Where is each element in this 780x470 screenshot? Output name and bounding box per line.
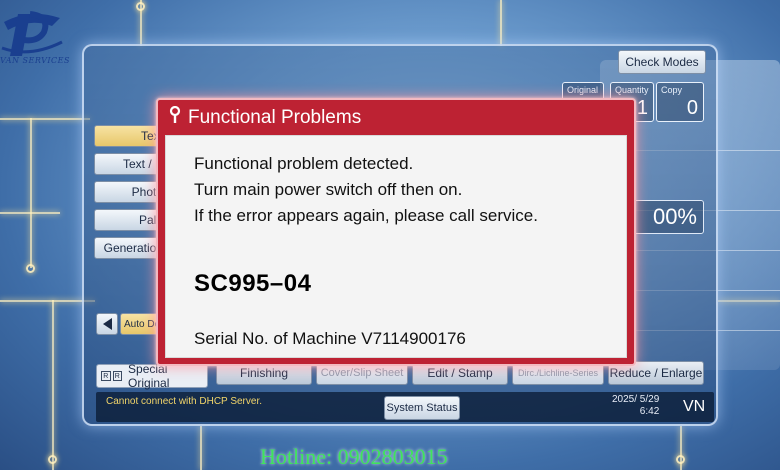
circuit-trace bbox=[52, 300, 54, 470]
original-right-icon: R bbox=[112, 371, 123, 381]
special-original-button[interactable]: R R Special Original bbox=[96, 362, 208, 390]
circuit-trace bbox=[0, 118, 90, 120]
error-message-line: Functional problem detected. bbox=[194, 154, 414, 173]
status-date: 2025/ 5/29 bbox=[612, 394, 660, 405]
counter-label: Quantity bbox=[615, 85, 649, 95]
dialog-title: Functional Problems bbox=[168, 105, 362, 130]
hotline-text: Hotline: 0902803015 bbox=[260, 444, 448, 469]
arrow-left-icon bbox=[102, 318, 112, 330]
counter-value: 0 bbox=[686, 97, 698, 119]
circuit-node bbox=[48, 455, 57, 464]
special-original-label: Special Original bbox=[128, 362, 170, 390]
counter-label: Original bbox=[567, 85, 599, 95]
wrench-icon bbox=[168, 105, 182, 130]
logo-text: VAN SERVICES bbox=[0, 56, 70, 65]
machine-serial: Serial No. of Machine V7114900176 bbox=[194, 329, 466, 348]
ratio-display: 00% bbox=[630, 200, 704, 234]
dialog-title-text: Functional Problems bbox=[188, 107, 362, 128]
system-status-button[interactable]: System Status bbox=[384, 396, 460, 420]
circuit-trace bbox=[200, 426, 202, 470]
date-time: 2025/ 5/29 6:42 bbox=[612, 394, 659, 418]
functional-problems-dialog: Functional Problems Functional problem d… bbox=[156, 98, 636, 366]
circuit-trace bbox=[30, 118, 32, 268]
circuit-trace bbox=[500, 0, 502, 46]
circuit-trace bbox=[0, 212, 60, 214]
status-time: 6:42 bbox=[639, 406, 660, 417]
original-left-icon: R bbox=[101, 371, 111, 381]
circuit-node bbox=[136, 2, 145, 11]
error-message-line: If the error appears again, please call … bbox=[194, 206, 538, 225]
counter-value: 1 bbox=[636, 97, 648, 119]
counter-label: Copy bbox=[661, 85, 683, 95]
dialog-body: Functional problem detected. Turn main p… bbox=[165, 135, 627, 358]
circuit-node bbox=[676, 455, 685, 464]
circuit-trace bbox=[0, 300, 95, 302]
error-message-line: Turn main power switch off then on. bbox=[194, 180, 463, 199]
circuit-node bbox=[26, 264, 35, 273]
service-code: SC995–04 bbox=[194, 270, 312, 297]
density-left-arrow-button[interactable] bbox=[96, 313, 118, 335]
language-indicator: VN bbox=[683, 398, 706, 415]
check-modes-button[interactable]: Check Modes bbox=[618, 50, 706, 74]
status-message: Cannot connect with DHCP Server. bbox=[106, 396, 263, 407]
copy-counter: Copy 0 bbox=[656, 82, 704, 122]
